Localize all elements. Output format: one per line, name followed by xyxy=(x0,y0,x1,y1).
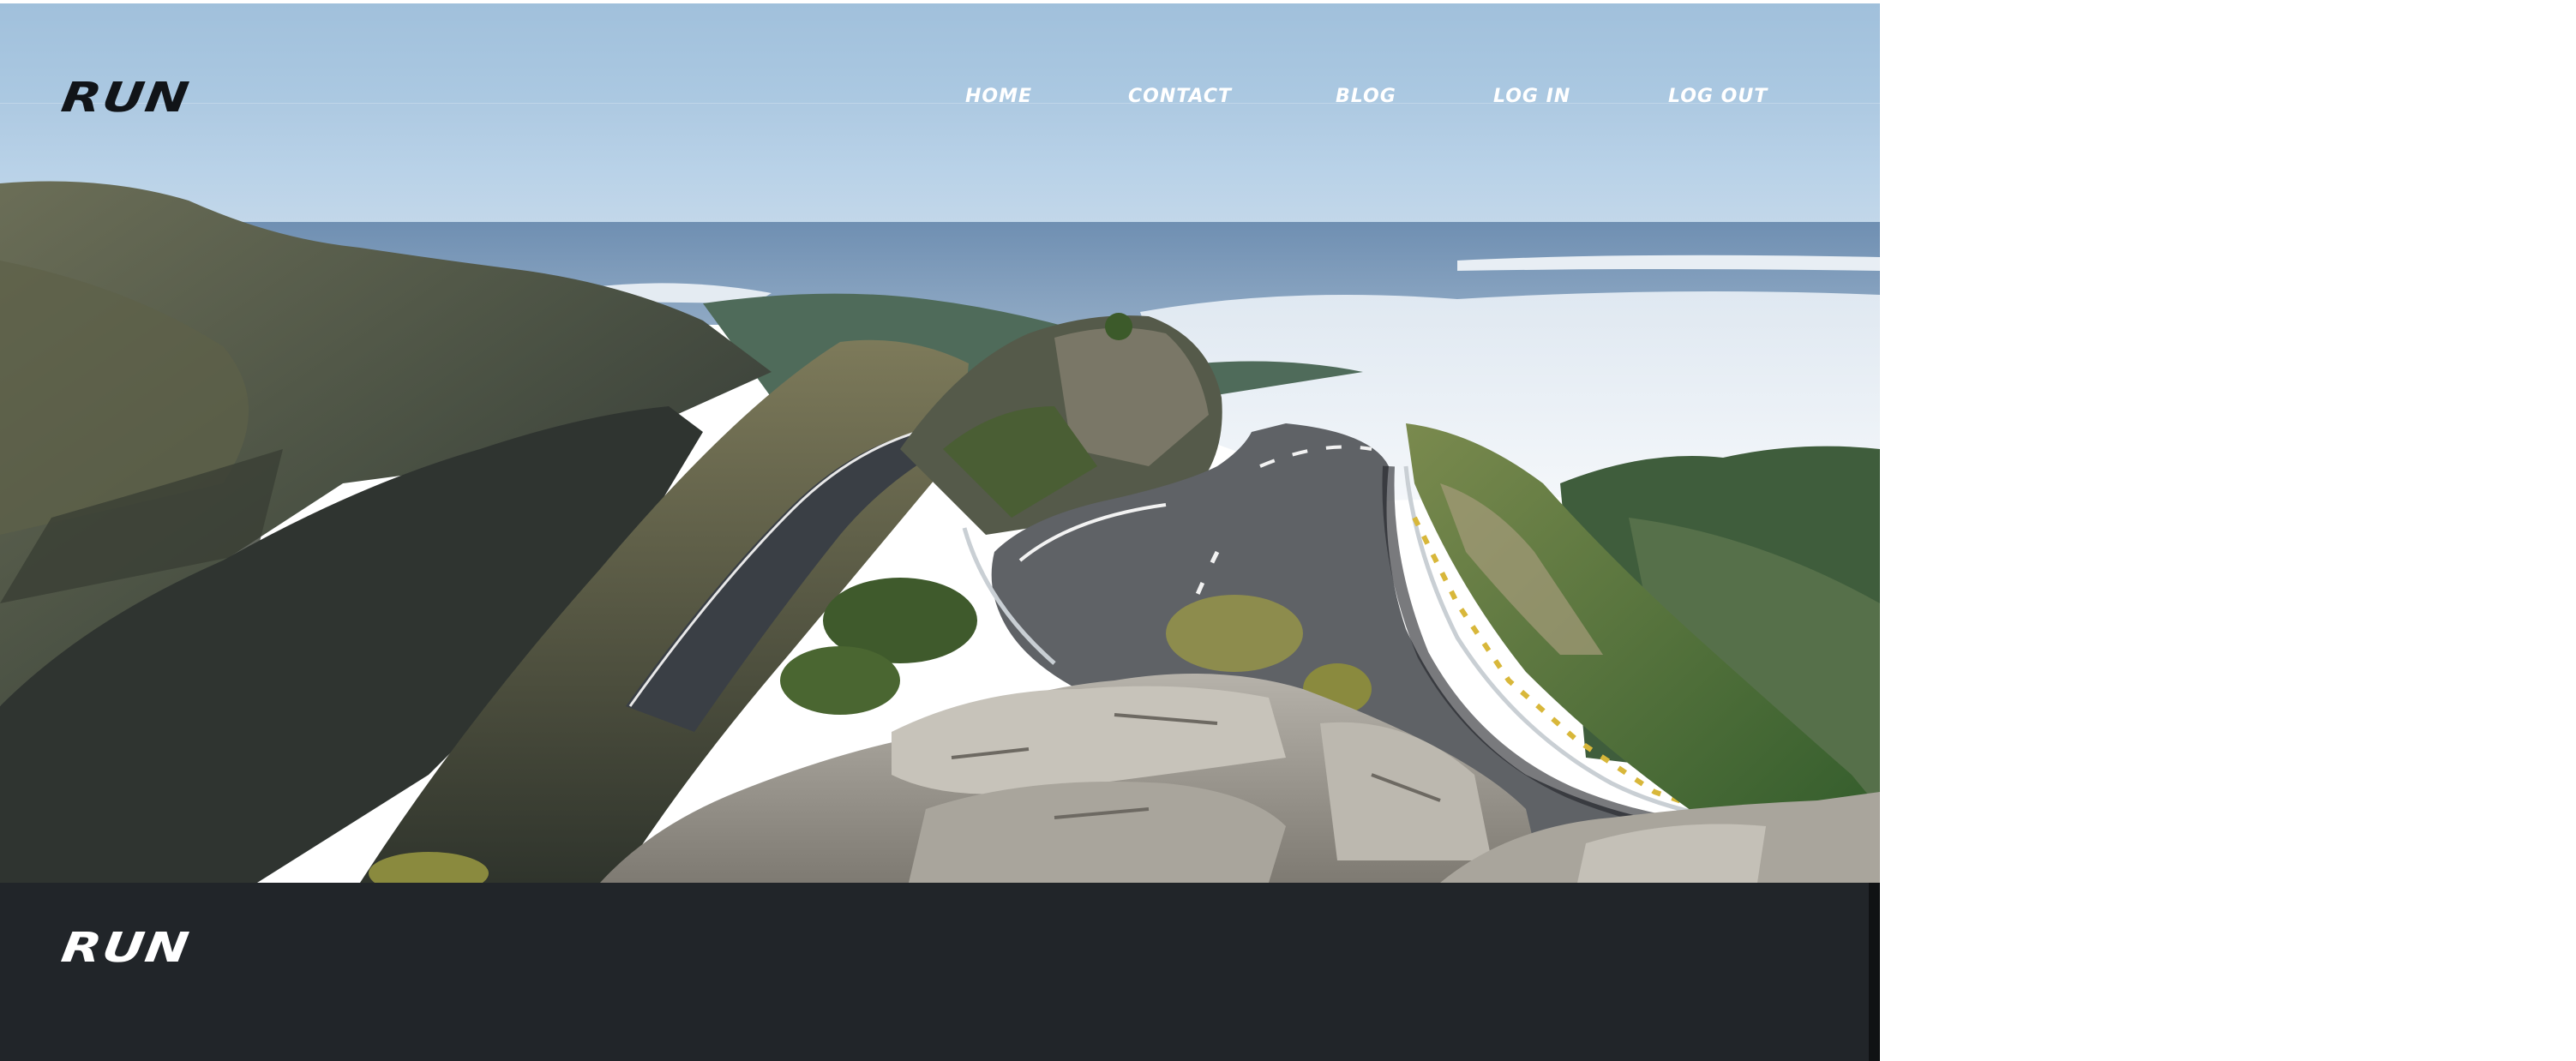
page: RUN HOME CONTACT BLOG LOG IN LOG OUT RUN xyxy=(0,0,2576,1061)
mountain-road-illustration xyxy=(0,3,1880,883)
logo[interactable]: RUN xyxy=(58,74,193,122)
nav-blog-link[interactable]: BLOG xyxy=(1336,86,1396,107)
site-canvas: RUN HOME CONTACT BLOG LOG IN LOG OUT RUN xyxy=(0,3,1880,1061)
nav-logout-link[interactable]: LOG OUT xyxy=(1668,86,1768,107)
nav-contact-link[interactable]: CONTACT xyxy=(1128,86,1232,107)
site-header: RUN HOME CONTACT BLOG LOG IN LOG OUT xyxy=(0,3,1880,122)
nav-home-link[interactable]: HOME xyxy=(965,86,1032,107)
hero-image xyxy=(0,3,1880,883)
footer-logo[interactable]: RUN xyxy=(58,924,193,972)
nav-login-link[interactable]: LOG IN xyxy=(1493,86,1570,107)
site-footer: RUN xyxy=(0,883,1869,1061)
footer-edge xyxy=(1869,883,1880,1061)
